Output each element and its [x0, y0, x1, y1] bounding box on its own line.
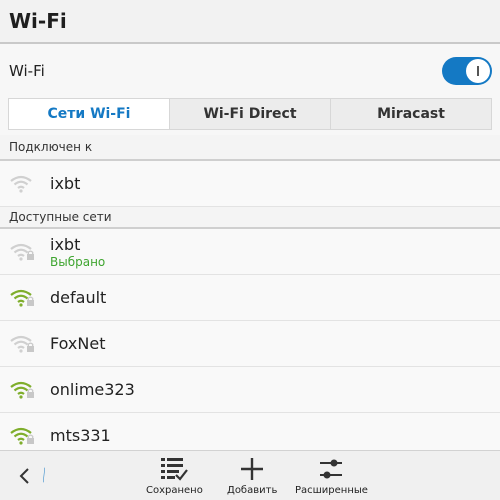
network-row[interactable]: onlime323	[0, 367, 500, 413]
tab-wifi-direct[interactable]: Wi-Fi Direct	[169, 99, 330, 129]
wifi-signal-icon	[10, 174, 36, 194]
network-row[interactable]: default	[0, 275, 500, 321]
wifi-secured-signal-icon	[10, 380, 36, 400]
saved-list-icon	[161, 458, 189, 481]
advanced-label: Расширенные	[295, 485, 368, 496]
wifi-secured-signal-icon	[10, 426, 36, 446]
toggle-knob	[466, 59, 490, 83]
network-row[interactable]: FoxNet	[0, 321, 500, 367]
network-name: onlime323	[50, 380, 135, 399]
chevron-left-icon	[19, 468, 29, 484]
wifi-secured-signal-icon	[10, 334, 36, 354]
network-name: mts331	[50, 426, 111, 445]
tab-wifi-networks[interactable]: Сети Wi-Fi	[9, 99, 169, 129]
title-bar: Wi-Fi	[0, 0, 500, 44]
add-label: Добавить	[227, 485, 278, 496]
sliders-icon	[320, 459, 343, 479]
network-name: ixbt	[50, 174, 81, 193]
saved-label: Сохранено	[146, 485, 203, 496]
connected-section-header: Подключен к	[0, 135, 500, 161]
action-bar: Сохранено Добавить Расширенные	[0, 450, 500, 500]
wifi-toggle-row: Wi-Fi	[0, 44, 500, 98]
tab-miracast[interactable]: Miracast	[330, 99, 491, 129]
page-title: Wi-Fi	[9, 9, 67, 33]
saved-button[interactable]: Сохранено	[146, 455, 203, 496]
wifi-toggle-switch[interactable]	[442, 57, 492, 85]
available-section-header: Доступные сети	[0, 207, 500, 229]
network-status: Выбрано	[50, 254, 106, 269]
network-name: ixbt	[50, 234, 81, 254]
network-name: default	[50, 288, 107, 307]
back-divider	[43, 467, 45, 483]
add-button[interactable]: Добавить	[227, 455, 277, 496]
wifi-secured-signal-icon	[10, 288, 36, 308]
advanced-button[interactable]: Расширенные	[295, 455, 368, 496]
network-row[interactable]: ixbt Выбрано	[0, 229, 500, 275]
network-name: FoxNet	[50, 334, 106, 353]
plus-icon	[241, 458, 264, 480]
tab-bar: Сети Wi-Fi Wi-Fi Direct Miracast	[8, 98, 492, 130]
wifi-toggle-label: Wi-Fi	[9, 62, 45, 80]
network-row-connected[interactable]: ixbt	[0, 161, 500, 207]
wifi-secured-signal-icon	[10, 242, 36, 262]
